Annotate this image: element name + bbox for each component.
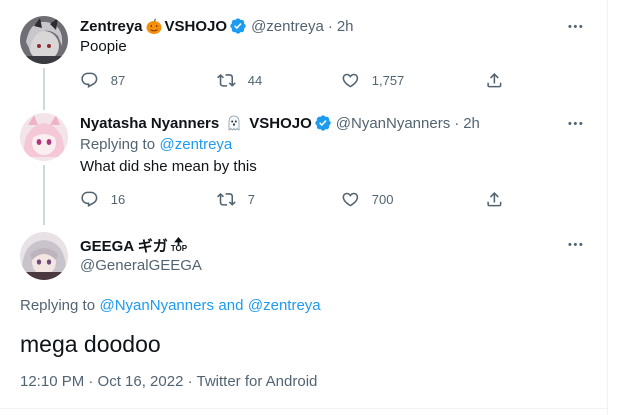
org-name: VSHOJO [164, 17, 228, 35]
like-count: 700 [371, 191, 394, 207]
tweet-header: Nyatasha Nyanners VSHOJO @NyanNyanners ·… [80, 113, 480, 133]
reply-count: 16 [110, 191, 126, 207]
more-icon [567, 121, 583, 125]
replying-to: Replying to @NyanNyanners and @zentreya [20, 297, 321, 315]
pumpkin-icon [145, 17, 163, 35]
replying-to: Replying to @zentreya [80, 136, 232, 154]
thread-line [43, 165, 45, 225]
like-button[interactable]: 700 [341, 189, 393, 209]
reply-button[interactable]: 87 [80, 70, 125, 90]
replying-prefix: Replying to [20, 297, 96, 314]
reply-icon [81, 191, 98, 207]
display-name[interactable]: GEEGA ギガ [80, 235, 168, 256]
more-icon [567, 24, 583, 28]
reply-button[interactable]: 16 [80, 189, 125, 209]
main-author-name-row: GEEGA ギガ TOP [80, 234, 187, 256]
retweet-icon [217, 73, 236, 87]
avatar-geega[interactable] [20, 232, 68, 280]
share-icon [487, 72, 502, 88]
handle[interactable]: @NyanNyanners [336, 115, 450, 132]
share-button[interactable] [485, 70, 504, 90]
replying-to-link[interactable]: @NyanNyanners [100, 297, 214, 314]
thread-line [43, 68, 45, 110]
heart-icon [342, 73, 359, 88]
ghost-icon [225, 114, 243, 132]
like-count: 1,757 [371, 72, 405, 88]
heart-icon [342, 192, 359, 207]
retweet-count: 7 [247, 191, 255, 207]
retweet-count: 44 [247, 72, 263, 88]
avatar-zentreya[interactable] [20, 16, 68, 64]
avatar-nyanners[interactable] [20, 113, 68, 161]
reply-count: 87 [110, 72, 126, 88]
retweet-button[interactable]: 7 [217, 189, 255, 209]
tweet-timestamp[interactable]: 12:10 PM · Oct 16, 2022 · Twitter for An… [20, 373, 317, 390]
top-badge: TOP [171, 237, 187, 253]
display-name[interactable]: Nyatasha Nyanners [80, 115, 219, 132]
more-options-button[interactable] [565, 16, 585, 36]
handle[interactable]: @zentreya [251, 18, 324, 35]
separator: · [454, 114, 460, 132]
share-icon [487, 191, 502, 207]
more-options-button[interactable] [565, 113, 585, 133]
display-name[interactable]: Zentreya [80, 18, 143, 35]
tweet-text: What did she mean by this [80, 158, 257, 175]
more-icon [567, 242, 583, 246]
like-button[interactable]: 1,757 [341, 70, 404, 90]
more-options-button[interactable] [565, 234, 585, 254]
top-badge-text: TOP [170, 244, 188, 253]
share-button[interactable] [485, 189, 504, 209]
replying-to-link[interactable]: @zentreya [248, 297, 321, 314]
reply-icon [81, 72, 98, 88]
retweet-icon [217, 192, 236, 206]
tweet-text: Poopie [80, 38, 127, 55]
retweet-button[interactable]: 44 [217, 70, 262, 90]
divider [0, 408, 608, 409]
verified-badge-icon [314, 114, 332, 132]
column-border [607, 0, 608, 415]
timestamp[interactable]: 2h [337, 18, 354, 35]
handle[interactable]: @GeneralGEEGA [80, 257, 202, 274]
main-tweet-text: mega doodoo [20, 331, 161, 357]
replying-and: and [218, 297, 244, 314]
replying-prefix: Replying to [80, 136, 156, 153]
timestamp[interactable]: 2h [463, 115, 480, 132]
tweet-header: Zentreya VSHOJO @zentreya · 2h [80, 16, 354, 36]
org-name: VSHOJO [249, 114, 312, 132]
replying-to-link[interactable]: @zentreya [160, 136, 233, 153]
verified-badge-icon [229, 17, 247, 35]
separator: · [327, 17, 333, 35]
